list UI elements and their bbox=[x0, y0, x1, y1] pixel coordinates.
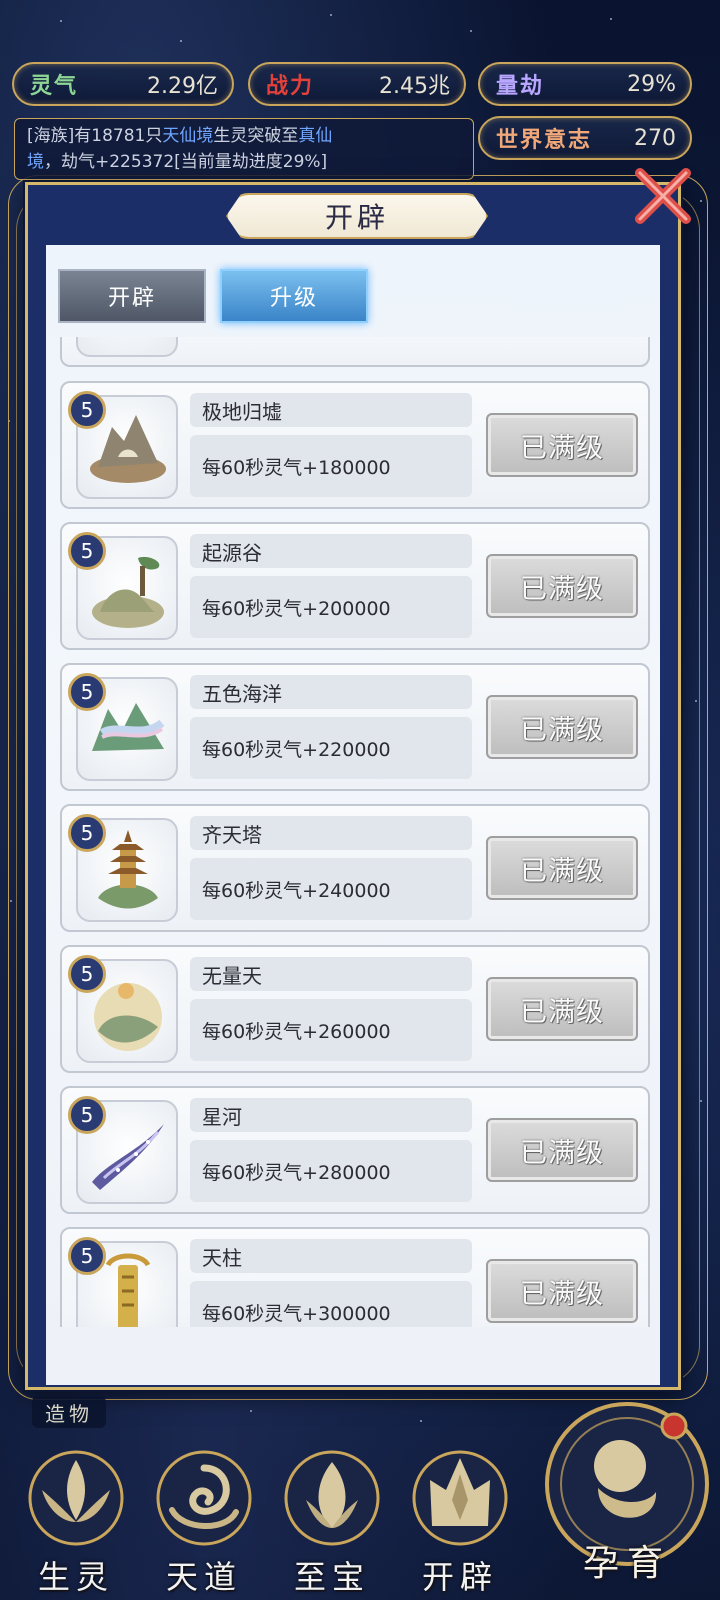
resource-liangjie[interactable]: 量劫 29% bbox=[478, 62, 692, 106]
close-button[interactable] bbox=[632, 165, 694, 227]
list-item: 5 天柱每60秒灵气+300000 已满级 bbox=[60, 1227, 650, 1327]
list-item: 5 极地归墟每60秒灵气+180000 已满级 bbox=[60, 381, 650, 509]
resource-lingqi[interactable]: 灵气 2.29亿 bbox=[12, 62, 234, 106]
kaipi-dialog: 开辟 开辟 升级 5 极地归墟 每60秒灵气+180000 已满级 5 起源谷 每60秒灵气… bbox=[25, 168, 691, 1390]
nav-tiandao[interactable]: 天道 bbox=[142, 1440, 266, 1600]
list-item: 5 起源谷每60秒灵气+200000 已满级 bbox=[60, 522, 650, 650]
item-desc: 每60秒灵气+200000 bbox=[190, 576, 472, 638]
partial-thumb bbox=[76, 337, 178, 357]
yunyu-label: 孕育 bbox=[582, 1543, 671, 1584]
max-level-button[interactable]: 已满级 bbox=[486, 977, 638, 1041]
max-level-button[interactable]: 已满级 bbox=[486, 836, 638, 900]
lotus-icon bbox=[28, 1450, 124, 1546]
level-badge: 5 bbox=[68, 532, 106, 570]
dialog-title: 开辟 bbox=[226, 193, 488, 239]
max-level-button[interactable]: 已满级 bbox=[486, 1259, 638, 1323]
item-desc: 每60秒灵气+260000 bbox=[190, 999, 472, 1061]
nav-label: 开辟 bbox=[421, 1558, 498, 1596]
level-badge: 5 bbox=[68, 1096, 106, 1134]
dialog-body: 开辟 升级 5 极地归墟 每60秒灵气+180000 已满级 5 起源谷 每60秒灵气+20… bbox=[46, 245, 660, 1385]
swirl-icon bbox=[156, 1450, 252, 1546]
item-name: 起源谷 bbox=[190, 534, 472, 568]
mountain-icon bbox=[412, 1450, 508, 1546]
news-realm-2: 真仙 bbox=[298, 126, 333, 146]
item-desc: 每60秒灵气+180000 bbox=[190, 435, 472, 497]
news-suffix: ，劫气+225372[当前量劫进度29%] bbox=[44, 152, 328, 172]
level-badge: 5 bbox=[68, 391, 106, 429]
event-log: [海族]有18781只天仙境生灵突破至真仙 境，劫气+225372[当前量劫进度… bbox=[14, 118, 474, 180]
item-name: 无量天 bbox=[190, 957, 472, 991]
resource-value: 2.45兆 bbox=[379, 74, 450, 99]
news-mid: 生灵突破至 bbox=[213, 126, 299, 146]
list-item: 5 无量天每60秒灵气+260000 已满级 bbox=[60, 945, 650, 1073]
resource-label: 世界意志 bbox=[496, 127, 593, 153]
resource-label: 战力 bbox=[266, 73, 315, 99]
list-item: 5 五色海洋每60秒灵气+220000 已满级 bbox=[60, 663, 650, 791]
item-name: 五色海洋 bbox=[190, 675, 472, 709]
resource-zhanli[interactable]: 战力 2.45兆 bbox=[248, 62, 466, 106]
item-desc: 每60秒灵气+220000 bbox=[190, 717, 472, 779]
news-realm-1: 天仙境 bbox=[162, 126, 214, 146]
nav-kaipi[interactable]: 开辟 bbox=[398, 1440, 522, 1600]
resource-label: 量劫 bbox=[496, 73, 545, 99]
nav-label: 生灵 bbox=[37, 1558, 114, 1596]
max-level-button[interactable]: 已满级 bbox=[486, 554, 638, 618]
resource-value: 270 bbox=[634, 125, 676, 151]
yunyu-button[interactable]: 孕育 bbox=[538, 1396, 716, 1596]
max-level-button[interactable]: 已满级 bbox=[486, 413, 638, 477]
list-item-partial bbox=[60, 337, 650, 367]
nav-zhibao[interactable]: 至宝 bbox=[270, 1440, 394, 1600]
resource-label: 灵气 bbox=[30, 73, 79, 99]
nav-shengling[interactable]: 生灵 bbox=[14, 1440, 138, 1600]
resource-value: 2.29亿 bbox=[147, 74, 218, 99]
list-item: 5 星河每60秒灵气+280000 已满级 bbox=[60, 1086, 650, 1214]
tab-kaipi[interactable]: 开辟 bbox=[58, 269, 206, 323]
max-level-button[interactable]: 已满级 bbox=[486, 1118, 638, 1182]
level-badge: 5 bbox=[68, 814, 106, 852]
news-realm-2-cont: 境 bbox=[27, 152, 44, 172]
resource-value: 29% bbox=[627, 71, 676, 97]
item-desc: 每60秒灵气+300000 bbox=[190, 1281, 472, 1327]
level-badge: 5 bbox=[68, 1237, 106, 1275]
nav-label: 天道 bbox=[165, 1558, 242, 1596]
item-name: 齐天塔 bbox=[190, 816, 472, 850]
nav-label: 至宝 bbox=[293, 1558, 370, 1596]
tab-shengji[interactable]: 升级 bbox=[220, 269, 368, 323]
level-badge: 5 bbox=[68, 955, 106, 993]
item-name: 天柱 bbox=[190, 1239, 472, 1273]
news-prefix: [海族]有18781只 bbox=[27, 126, 163, 146]
item-desc: 每60秒灵气+240000 bbox=[190, 858, 472, 920]
resource-shijie[interactable]: 世界意志 270 bbox=[478, 116, 692, 160]
level-badge: 5 bbox=[68, 673, 106, 711]
item-name: 极地归墟 bbox=[190, 393, 472, 427]
close-icon bbox=[635, 168, 691, 224]
treasure-icon bbox=[284, 1450, 380, 1546]
item-name: 星河 bbox=[190, 1098, 472, 1132]
item-desc: 每60秒灵气+280000 bbox=[190, 1140, 472, 1202]
zaowu-button[interactable]: 造物 bbox=[32, 1396, 106, 1428]
list-item: 5 齐天塔每60秒灵气+240000 已满级 bbox=[60, 804, 650, 932]
max-level-button[interactable]: 已满级 bbox=[486, 695, 638, 759]
upgrade-list[interactable]: 5 极地归墟 每60秒灵气+180000 已满级 5 起源谷 每60秒灵气+200000 已满… bbox=[60, 337, 652, 1327]
